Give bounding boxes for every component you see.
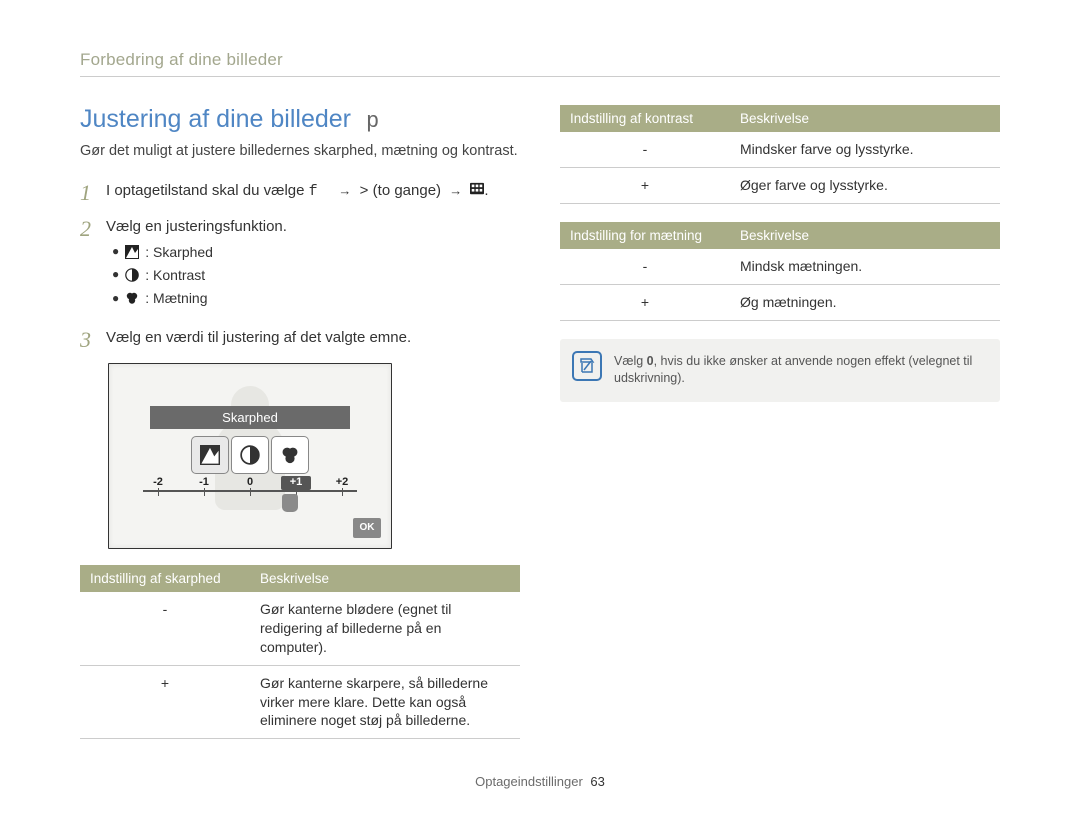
step-1-paren: (to gange) [373,182,441,199]
breadcrumb: Forbedring af dine billeder [80,50,1000,77]
bullet-icon: ● [112,290,119,307]
tick: +2 [327,476,357,490]
step-2-text: Vælg en justeringsfunktion. [106,216,287,238]
step-1-prefix: I optagetilstand skal du vælge [106,182,309,199]
screenshot-scale: -2 -1 0 +1 +2 [143,488,357,492]
cell-desc: Mindsk mætningen. [730,249,1000,284]
cell-key: + [80,665,250,739]
saturation-icon [271,436,309,474]
step-1-body: I optagetilstand skal du vælge f → > (to… [106,180,489,206]
table-row: - Gør kanterne blødere (egnet til redige… [80,592,520,665]
note-bold: 0 [647,354,654,368]
bullet-icon: ● [112,266,119,283]
contrast-icon [125,268,139,282]
step-3-number: 3 [80,327,106,353]
tick: 0 [235,476,265,490]
section-title-text: Justering af dine billeder [80,105,351,133]
left-column: Justering af dine billeder p Gør det mul… [80,105,520,757]
table-row: + Øg mætningen. [560,284,1000,320]
arrow-icon: → [338,183,351,198]
step-1-mono: f [309,183,318,200]
contrast-table: Indstilling af kontrast Beskrivelse - Mi… [560,105,1000,204]
scale-handle-icon [282,494,298,512]
footer-label: Optageindstillinger [475,774,583,789]
ok-button: OK [353,518,381,538]
page-number: 63 [590,774,604,789]
tick: -2 [143,476,173,490]
section-title-suffix: p [366,109,379,134]
th: Indstilling af kontrast [560,105,730,132]
section-intro: Gør det muligt at justere billedernes sk… [80,142,520,162]
sublist-label: : Kontrast [145,265,205,285]
table-row: + Øger farve og lysstyrke. [560,167,1000,203]
cell-desc: Øg mætningen. [730,284,1000,320]
table-row: - Mindsk mætningen. [560,249,1000,284]
table-icon [470,182,484,196]
note-text-suffix: , hvis du ikke ønsker at anvende nogen e… [614,354,972,386]
list-item: ● : Mætning [112,288,287,308]
step-3: 3 Vælg en værdi til justering af det val… [80,327,520,353]
step-1-chev: > [359,183,368,200]
page-footer: Optageindstillinger 63 [0,774,1080,789]
cell-key: - [560,132,730,167]
saturation-icon [125,291,139,305]
step-3-text: Vælg en værdi til justering af det valgt… [106,327,411,353]
cell-desc: Gør kanterne blødere (egnet til redigeri… [250,592,520,665]
sublist-label: : Mætning [145,288,207,308]
table-row: + Gør kanterne skarpere, så billederne v… [80,665,520,739]
sublist-label: : Skarphed [145,242,213,262]
cell-desc: Mindsker farve og lysstyrke. [730,132,1000,167]
section-title: Justering af dine billeder p [80,105,520,134]
step-1: 1 I optagetilstand skal du vælge f → > (… [80,180,520,206]
sharpness-icon [191,436,229,474]
note-icon [572,351,602,381]
note-text-prefix: Vælg [614,354,647,368]
cell-key: - [80,592,250,665]
contrast-icon [231,436,269,474]
step-1-suffix: . [484,182,488,199]
screenshot-icon-row [191,436,309,474]
sharpness-icon [125,245,139,259]
right-column: Indstilling af kontrast Beskrivelse - Mi… [560,105,1000,757]
step-2: 2 Vælg en justeringsfunktion. ● : Skarph… [80,216,520,317]
cell-desc: Øger farve og lysstyrke. [730,167,1000,203]
list-item: ● : Skarphed [112,242,287,262]
step-1-number: 1 [80,180,106,206]
sharpness-table: Indstilling af skarphed Beskrivelse - Gø… [80,565,520,739]
arrow-icon: → [449,183,462,198]
th: Beskrivelse [250,565,520,592]
th: Beskrivelse [730,222,1000,249]
saturation-table: Indstilling for mætning Beskrivelse - Mi… [560,222,1000,321]
screenshot-label: Skarphed [150,406,350,429]
th: Beskrivelse [730,105,1000,132]
th: Indstilling af skarphed [80,565,250,592]
camera-screenshot: Skarphed -2 -1 [108,363,392,549]
bullet-icon: ● [112,243,119,260]
tick-selected: +1 [281,476,311,490]
step-2-number: 2 [80,216,106,317]
table-row: - Mindsker farve og lysstyrke. [560,132,1000,167]
cell-key: - [560,249,730,284]
tick: -1 [189,476,219,490]
cell-desc: Gør kanterne skarpere, så billederne vir… [250,665,520,739]
tip-callout: Vælg 0, hvis du ikke ønsker at anvende n… [560,339,1000,402]
th: Indstilling for mætning [560,222,730,249]
cell-key: + [560,284,730,320]
list-item: ● : Kontrast [112,265,287,285]
cell-key: + [560,167,730,203]
